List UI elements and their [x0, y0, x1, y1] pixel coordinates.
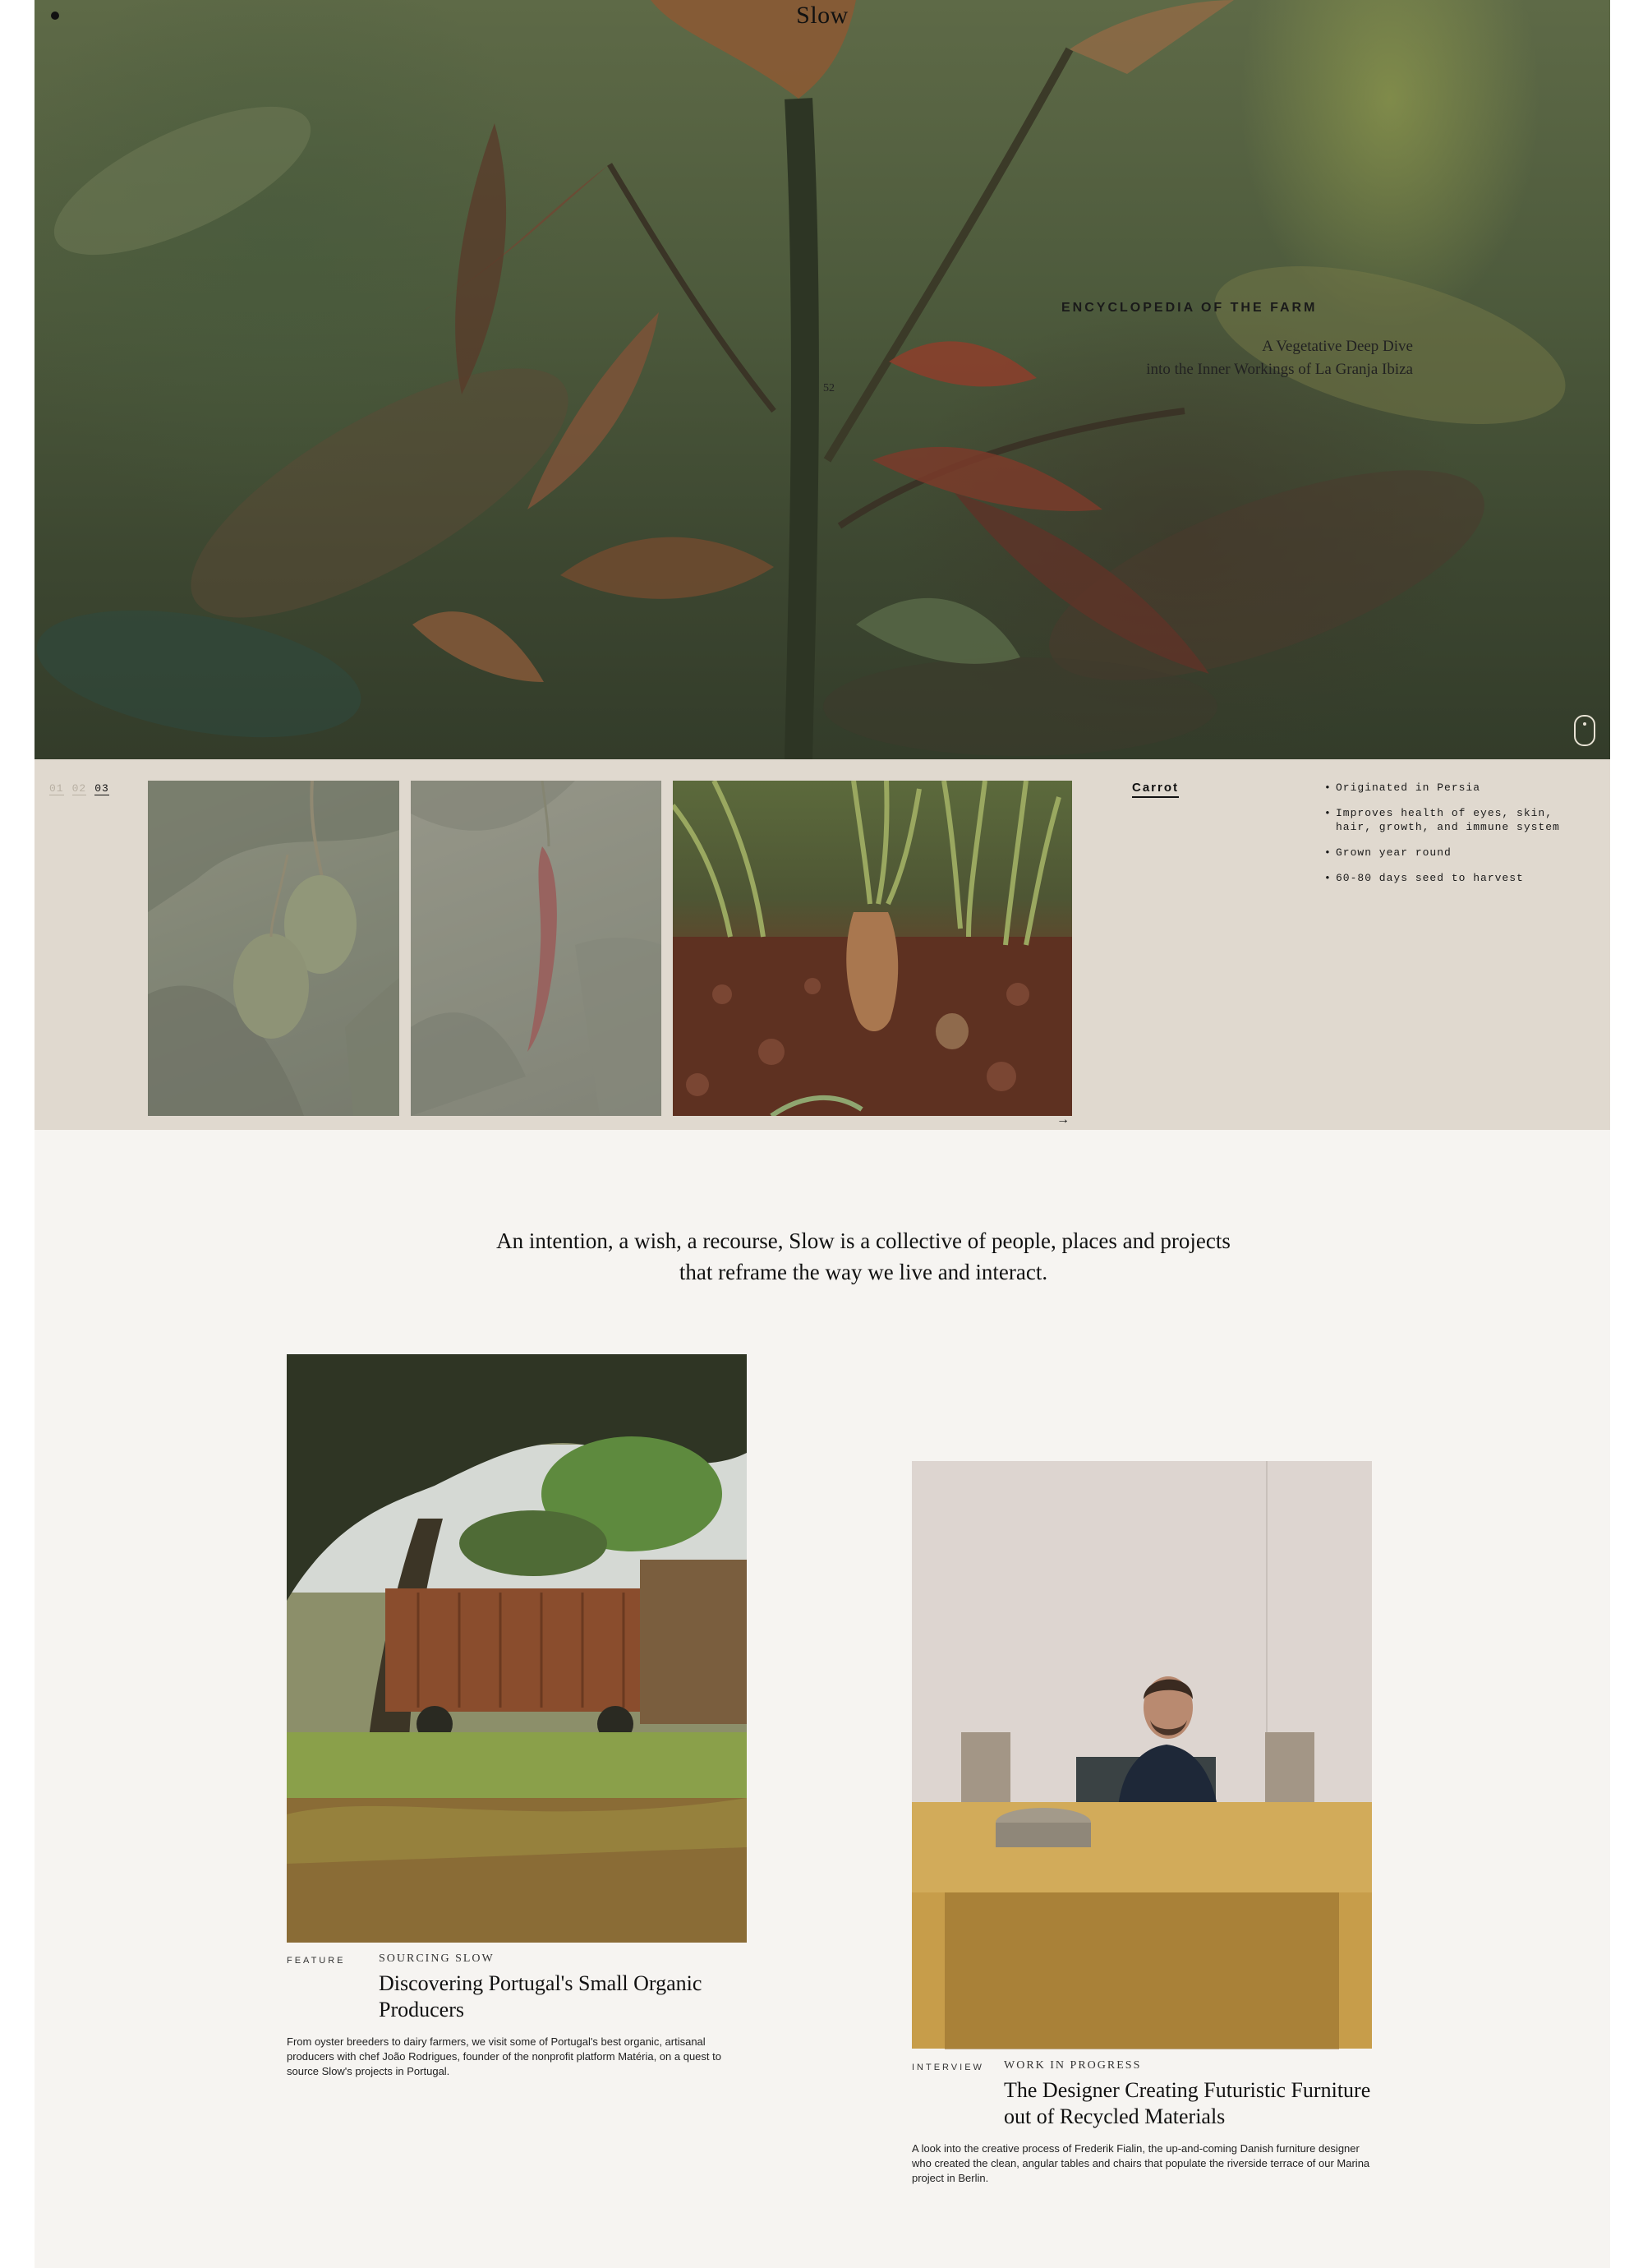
next-arrow-icon[interactable]: → — [1056, 1113, 1070, 1127]
article-meta: FEATURE SOURCING SLOW Discovering Portug… — [287, 1943, 747, 2025]
fact-item: Grown year round — [1324, 846, 1571, 860]
hero-subtitle: A Vegetative Deep Dive into the Inner Wo… — [1146, 335, 1413, 381]
pager-item-2[interactable]: 02 — [71, 782, 87, 795]
vegetable-facts: Originated in Persia Improves health of … — [1324, 781, 1571, 897]
article-series: WORK IN PROGRESS — [1004, 2059, 1142, 2072]
page: Slow ENCYCLOPEDIA OF THE FARM A Vegetati… — [35, 0, 1610, 2268]
article-category: FEATURE — [287, 1956, 346, 1966]
tile-avocado-overlay — [148, 781, 399, 1116]
article-image[interactable] — [912, 1461, 1372, 2049]
pager-item-3[interactable]: 03 — [94, 782, 109, 795]
hero-eyebrow: ENCYCLOPEDIA OF THE FARM — [1061, 301, 1318, 315]
intro-statement: An intention, a wish, a recourse, Slow i… — [496, 1228, 1231, 1284]
tile-chili-overlay — [411, 781, 661, 1116]
tile-avocado[interactable] — [148, 781, 399, 1116]
scroll-indicator-icon[interactable] — [1574, 715, 1595, 746]
article-card-designer[interactable]: INTERVIEW WORK IN PROGRESS The Designer … — [912, 1461, 1372, 2197]
hero-subtitle-line-1: A Vegetative Deep Dive — [1262, 338, 1413, 355]
trailer-under-tree-image — [287, 1354, 747, 1943]
article-image[interactable] — [287, 1354, 747, 1943]
tile-carrot[interactable] — [673, 781, 1072, 1116]
article-card-portugal[interactable]: FEATURE SOURCING SLOW Discovering Portug… — [287, 1354, 747, 2090]
article-excerpt: A look into the creative process of Fred… — [912, 2142, 1370, 2184]
article-meta: INTERVIEW WORK IN PROGRESS The Designer … — [912, 2049, 1372, 2132]
article-series: SOURCING SLOW — [379, 1952, 495, 1965]
encyclopedia-strip: 01 02 03 → Carrot • Originated in Persia… — [35, 759, 1610, 1130]
tile-chili[interactable] — [411, 781, 661, 1116]
hero-subtitle-line-2: into the Inner Workings of La Granja Ibi… — [1146, 361, 1413, 378]
hero-counter: 52 — [823, 382, 835, 394]
fact-item: 60-80 days seed to harvest — [1324, 871, 1571, 885]
site-logo[interactable]: Slow — [35, 2, 1610, 30]
carrot-image — [673, 781, 1072, 1116]
fact-item: Improves health of eyes, skin, hair, gro… — [1324, 806, 1571, 834]
article-category: INTERVIEW — [912, 2063, 984, 2072]
pager-item-1[interactable]: 01 — [49, 782, 64, 795]
pager: 01 02 03 — [49, 782, 117, 795]
hero-section: Slow ENCYCLOPEDIA OF THE FARM A Vegetati… — [35, 0, 1610, 759]
designer-portrait-image — [912, 1461, 1372, 2049]
article-title[interactable]: The Designer Creating Futuristic Furnitu… — [1004, 2077, 1372, 2130]
vegetable-name: Carrot — [1132, 781, 1180, 798]
fact-item: Originated in Persia — [1324, 781, 1571, 795]
article-excerpt: From oyster breeders to dairy farmers, w… — [287, 2035, 721, 2077]
article-title[interactable]: Discovering Portugal's Small Organic Pro… — [379, 1971, 747, 2023]
